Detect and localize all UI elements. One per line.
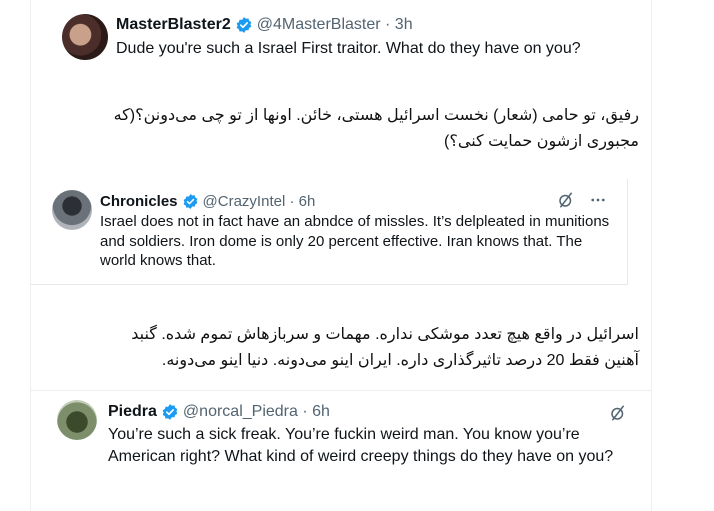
- more-icon[interactable]: [589, 191, 607, 209]
- tweet-actions: [557, 191, 607, 209]
- tweet-masterblaster[interactable]: MasterBlaster2 @4MasterBlaster · 3h Dude…: [62, 14, 652, 60]
- handle-and-time[interactable]: @4MasterBlaster · 3h: [257, 16, 413, 34]
- verified-badge-icon: [236, 17, 252, 33]
- tweet-text: Israel does not in fact have an abndce o…: [100, 213, 610, 269]
- divider: [30, 390, 652, 391]
- tweet-content: MasterBlaster2 @4MasterBlaster · 3h Dude…: [116, 14, 581, 60]
- display-name[interactable]: Piedra: [108, 403, 157, 421]
- avatar[interactable]: [52, 190, 92, 230]
- translation-line: اسرائیل در واقع هیچ تعدد موشکی نداره. مه…: [131, 326, 639, 343]
- verified-badge-icon: [162, 404, 178, 420]
- handle-and-time[interactable]: @norcal_Piedra · 6h: [183, 403, 330, 421]
- quoted-tweet-chronicles[interactable]: Chronicles @CrazyIntel · 6h Israel does …: [30, 179, 628, 285]
- tweet-header: Chronicles @CrazyIntel · 6h: [100, 190, 620, 212]
- tweet-text: You’re such a sick freak. You’re fuckin …: [108, 426, 614, 465]
- translation-line: رفیق، تو حامی (شعار) نخست اسرائیل هستی، …: [113, 107, 639, 124]
- grok-icon[interactable]: [609, 404, 627, 422]
- tweet-text: Dude you're such a Israel First traitor.…: [116, 40, 581, 57]
- tweet-content: Piedra @norcal_Piedra · 6h You’re such a…: [108, 400, 637, 467]
- display-name[interactable]: Chronicles: [100, 193, 178, 210]
- tweet-header: Piedra @norcal_Piedra · 6h: [108, 400, 637, 424]
- translation-line: آهنین فقط 20 درصد تاثیرگذاری داره. ایران…: [161, 351, 639, 369]
- translation-line: مجبوری ازشون حمایت کنی؟): [444, 132, 639, 150]
- tweet-actions: [609, 404, 627, 422]
- quoted-tweet-inner: Chronicles @CrazyIntel · 6h Israel does …: [52, 190, 627, 271]
- grok-icon[interactable]: [557, 191, 575, 209]
- tweet-content: Chronicles @CrazyIntel · 6h Israel does …: [100, 190, 620, 271]
- avatar[interactable]: [62, 14, 108, 60]
- verified-badge-icon: [183, 193, 197, 209]
- translation-text-2: اسرائیل در واقع هیچ تعدد موشکی نداره. مه…: [19, 322, 639, 373]
- avatar[interactable]: [57, 400, 97, 440]
- display-name[interactable]: MasterBlaster2: [116, 16, 231, 34]
- tweet-header: MasterBlaster2 @4MasterBlaster · 3h: [116, 14, 581, 36]
- tweet-piedra[interactable]: Piedra @norcal_Piedra · 6h You’re such a…: [57, 400, 637, 467]
- translation-text-1: رفیق، تو حامی (شعار) نخست اسرائیل هستی، …: [39, 103, 639, 154]
- handle-and-time[interactable]: @CrazyIntel · 6h: [203, 193, 316, 210]
- timeline-right-border: [651, 0, 652, 511]
